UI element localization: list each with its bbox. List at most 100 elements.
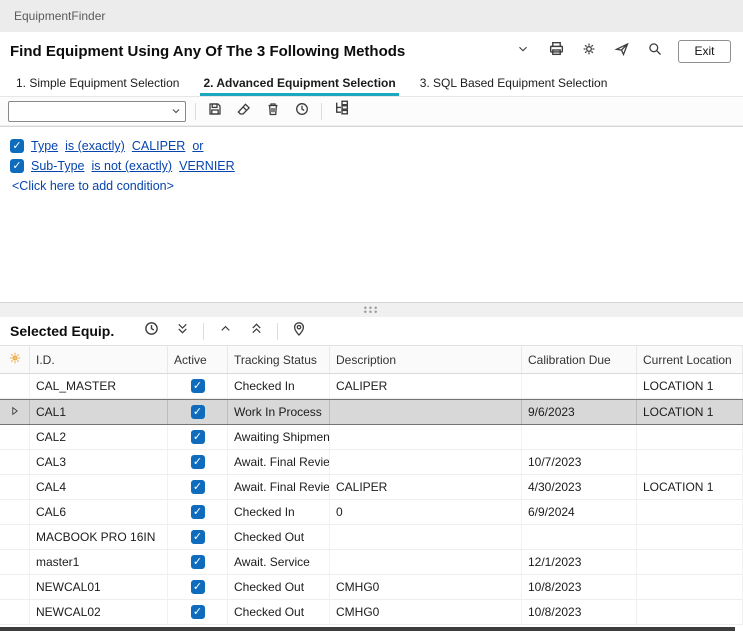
cell-description[interactable] — [330, 525, 522, 549]
cell-calibration-due[interactable]: 6/9/2024 — [522, 500, 637, 524]
checkbox-checked[interactable]: ✓ — [191, 555, 205, 569]
table-row[interactable]: MACBOOK PRO 16IN ✓ Checked Out — [0, 525, 743, 550]
tab-simple-equipment-selection[interactable]: 1. Simple Equipment Selection — [4, 70, 191, 96]
cell-active[interactable]: ✓ — [168, 450, 228, 474]
cell-tracking-status[interactable]: Checked Out — [228, 525, 330, 549]
move-all-down-button[interactable] — [172, 321, 192, 341]
condition-field-link[interactable]: Type — [31, 139, 58, 153]
row-selector[interactable] — [0, 475, 30, 499]
column-header-calibration-due[interactable]: Calibration Due — [522, 346, 637, 373]
row-selector[interactable] — [0, 575, 30, 599]
condition-value-link[interactable]: VERNIER — [179, 159, 235, 173]
cell-active[interactable]: ✓ — [168, 400, 228, 424]
cell-description[interactable] — [330, 450, 522, 474]
exit-button[interactable]: Exit — [678, 40, 731, 63]
cell-current-location[interactable]: LOCATION 1 — [637, 400, 743, 424]
grid-customize-button[interactable] — [0, 346, 30, 373]
cell-active[interactable]: ✓ — [168, 525, 228, 549]
delete-button[interactable] — [263, 101, 283, 121]
cell-tracking-status[interactable]: Checked Out — [228, 600, 330, 624]
condition-field-link[interactable]: Sub-Type — [31, 159, 85, 173]
locate-button[interactable] — [289, 321, 309, 341]
tab-advanced-equipment-selection[interactable]: 2. Advanced Equipment Selection — [191, 70, 407, 96]
cell-current-location[interactable] — [637, 425, 743, 449]
cell-tracking-status[interactable]: Checked In — [228, 500, 330, 524]
cell-id[interactable]: CAL4 — [30, 475, 168, 499]
cell-id[interactable]: master1 — [30, 550, 168, 574]
table-row[interactable]: master1 ✓ Await. Service 12/1/2023 — [0, 550, 743, 575]
clear-button[interactable] — [234, 101, 254, 121]
cell-current-location[interactable]: LOCATION 1 — [637, 475, 743, 499]
row-selector[interactable] — [0, 600, 30, 624]
cell-description[interactable]: 0 — [330, 500, 522, 524]
column-header-current-location[interactable]: Current Location — [637, 346, 743, 373]
cell-description[interactable]: CALIPER — [330, 475, 522, 499]
cell-calibration-due[interactable]: 12/1/2023 — [522, 550, 637, 574]
save-button[interactable] — [205, 101, 225, 121]
column-header-id[interactable]: I.D. — [30, 346, 168, 373]
checkbox-checked[interactable]: ✓ — [191, 505, 205, 519]
cell-active[interactable]: ✓ — [168, 600, 228, 624]
move-all-up-button[interactable] — [246, 321, 266, 341]
history-button[interactable] — [292, 101, 312, 121]
checkbox-checked[interactable]: ✓ — [191, 580, 205, 594]
cell-active[interactable]: ✓ — [168, 425, 228, 449]
row-selector[interactable] — [0, 525, 30, 549]
column-header-description[interactable]: Description — [330, 346, 522, 373]
cell-current-location[interactable] — [637, 550, 743, 574]
cell-current-location[interactable] — [637, 525, 743, 549]
condition-checkbox[interactable]: ✓ — [10, 159, 24, 173]
table-row[interactable]: CAL_MASTER ✓ Checked In CALIPER LOCATION… — [0, 374, 743, 399]
cell-current-location[interactable]: LOCATION 1 — [637, 374, 743, 398]
row-selector[interactable] — [0, 450, 30, 474]
checkbox-checked[interactable]: ✓ — [191, 530, 205, 544]
equip-history-button[interactable] — [141, 321, 161, 341]
checkbox-checked[interactable]: ✓ — [191, 430, 205, 444]
column-header-tracking-status[interactable]: Tracking Status — [228, 346, 330, 373]
cell-id[interactable]: CAL_MASTER — [30, 374, 168, 398]
add-condition-link[interactable]: <Click here to add condition> — [12, 179, 174, 193]
cell-current-location[interactable] — [637, 500, 743, 524]
cell-description[interactable]: CALIPER — [330, 374, 522, 398]
cell-tracking-status[interactable]: Checked Out — [228, 575, 330, 599]
print-settings-button[interactable] — [579, 41, 599, 61]
cell-tracking-status[interactable]: Await. Service — [228, 550, 330, 574]
table-row[interactable]: CAL6 ✓ Checked In 0 6/9/2024 — [0, 500, 743, 525]
cell-description[interactable]: CMHG0 — [330, 600, 522, 624]
checkbox-checked[interactable]: ✓ — [191, 480, 205, 494]
row-selector[interactable] — [0, 550, 30, 574]
cell-calibration-due[interactable] — [522, 374, 637, 398]
condition-value-link[interactable]: CALIPER — [132, 139, 186, 153]
splitter-handle[interactable]: •••••• — [0, 303, 743, 317]
table-row[interactable]: CAL3 ✓ Await. Final Reviev 10/7/2023 — [0, 450, 743, 475]
cell-current-location[interactable] — [637, 450, 743, 474]
cell-id[interactable]: NEWCAL01 — [30, 575, 168, 599]
cell-calibration-due[interactable]: 10/7/2023 — [522, 450, 637, 474]
cell-tracking-status[interactable]: Await. Final Reviev — [228, 475, 330, 499]
cell-active[interactable]: ✓ — [168, 500, 228, 524]
cell-calibration-due[interactable] — [522, 425, 637, 449]
condition-checkbox[interactable]: ✓ — [10, 139, 24, 153]
cell-id[interactable]: CAL3 — [30, 450, 168, 474]
cell-calibration-due[interactable]: 10/8/2023 — [522, 600, 637, 624]
row-selector[interactable] — [0, 425, 30, 449]
condition-operator-link[interactable]: is not (exactly) — [92, 159, 173, 173]
search-button[interactable] — [645, 41, 665, 61]
chevron-down-icon[interactable] — [167, 105, 185, 117]
cell-active[interactable]: ✓ — [168, 374, 228, 398]
cell-tracking-status[interactable]: Work In Process — [228, 400, 330, 424]
checkbox-checked[interactable]: ✓ — [191, 379, 205, 393]
condition-conjunction-link[interactable]: or — [192, 139, 203, 153]
table-row[interactable]: NEWCAL02 ✓ Checked Out CMHG0 10/8/2023 — [0, 600, 743, 625]
row-selector[interactable] — [0, 374, 30, 398]
horizontal-scrollbar[interactable] — [0, 627, 735, 631]
send-button[interactable] — [612, 41, 632, 61]
move-up-button[interactable] — [215, 321, 235, 341]
cell-tracking-status[interactable]: Awaiting Shipmen — [228, 425, 330, 449]
table-row[interactable]: CAL2 ✓ Awaiting Shipmen — [0, 425, 743, 450]
cell-description[interactable] — [330, 425, 522, 449]
tab-sql-based-equipment-selection[interactable]: 3. SQL Based Equipment Selection — [408, 70, 620, 96]
cell-active[interactable]: ✓ — [168, 550, 228, 574]
checkbox-checked[interactable]: ✓ — [191, 605, 205, 619]
cell-id[interactable]: MACBOOK PRO 16IN — [30, 525, 168, 549]
